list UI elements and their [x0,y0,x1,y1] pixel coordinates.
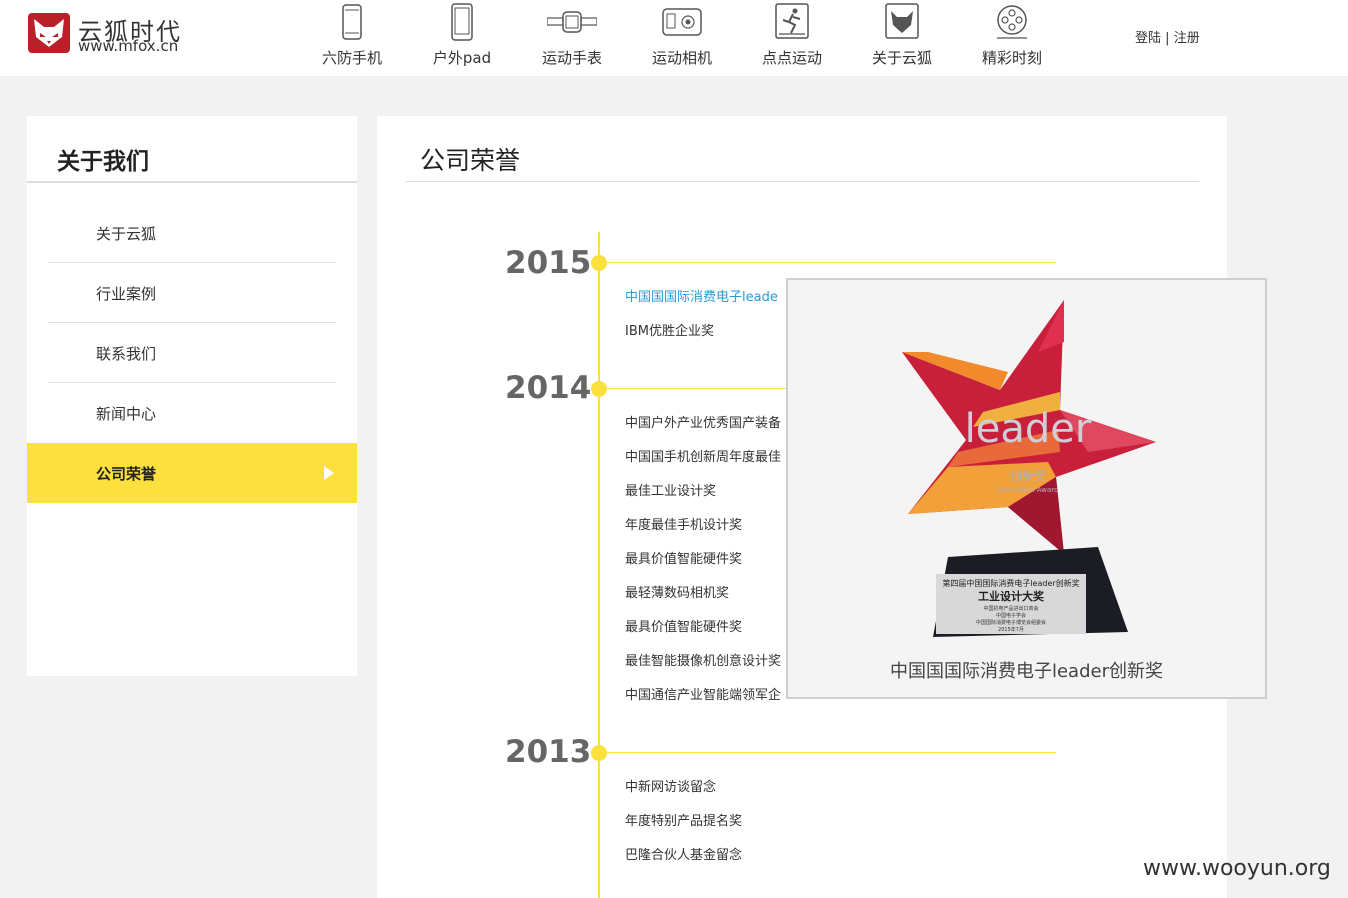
plaque-line: 工业设计大奖 [978,589,1045,603]
fox-icon [885,3,919,39]
divider [27,181,357,183]
timeline-dot [591,745,607,761]
nav-item-pad[interactable]: 户外pad [412,0,512,76]
award-item-clip: 中国国国际消费电子leade [625,286,787,306]
plaque-line: 中国机电产品进出口商会 [983,605,1038,612]
sidebar-item-label: 关于云狐 [96,225,157,243]
award-item[interactable]: 中国户外产业优秀国产装备 [625,412,781,431]
award-item[interactable]: 中国国手机创新周年度最佳 [625,446,781,465]
tablet-icon [451,3,473,41]
year-label: 2015 [505,245,592,281]
arrow-right-icon [324,466,334,480]
trophy-image: 第四届中国国际消费电子leader创新奖 工业设计大奖 中国机电产品进出口商会 … [902,300,1156,637]
nav-item-watch[interactable]: 运动手表 [522,0,622,76]
award-item[interactable]: 最轻薄数码相机奖 [625,582,729,601]
nav-item-about[interactable]: 关于云狐 [852,0,952,76]
register-link[interactable]: 注册 [1174,31,1200,46]
top-header: 云狐时代 www.mfox.cn 六防手机 户外pad 运动手表 运动相机 点点… [0,0,1348,76]
award-item[interactable]: 年度最佳手机设计奖 [625,514,742,533]
auth-links: 登陆 | 注册 [1135,27,1200,46]
sidebar-item-label: 联系我们 [96,345,157,363]
timeline-axis [598,232,600,898]
timeline-dot [591,255,607,271]
nav-item-phone[interactable]: 六防手机 [302,0,402,76]
award-item[interactable]: 最佳工业设计奖 [625,480,716,499]
award-item[interactable]: 年度特别产品提名奖 [625,810,742,829]
plaque-line: 中国国际消费电子博览会组委会 [976,619,1046,626]
sidebar-item-label: 新闻中心 [96,405,157,423]
nav-item-running[interactable]: 点点运动 [742,0,842,76]
nav-label: 关于云狐 [871,49,932,67]
sidebar-item-news[interactable]: 新闻中心 [27,383,357,443]
sidebar-title: 关于我们 [57,149,149,175]
fox-logo-icon[interactable] [28,13,70,53]
award-item[interactable]: 中国通信产业智能端领军企 [625,684,781,703]
nav-label: 精彩时刻 [981,49,1042,67]
running-icon [775,3,809,39]
award-item[interactable]: 巴隆合伙人基金留念 [625,844,742,863]
login-link[interactable]: 登陆 [1135,31,1161,46]
nav-label: 运动相机 [651,49,712,67]
watermark: www.wooyun.org [1143,856,1331,881]
timeline-line [607,262,1056,263]
page-title: 公司荣誉 [420,146,521,175]
sidebar-item-cases[interactable]: 行业案例 [27,263,357,323]
sidebar: 关于我们 关于云狐 行业案例 联系我们 新闻中心 公司荣誉 [27,116,357,676]
award-item[interactable]: 中国国国际消费电子leade [625,290,778,305]
trophy-sub-en: Innovation Award [997,486,1058,494]
award-item[interactable]: IBM优胜企业奖 [625,320,714,339]
nav-label: 运动手表 [541,49,602,67]
plaque-line: 中国电子学会 [996,612,1026,619]
timeline-line [607,752,1056,753]
sidebar-item-honors[interactable]: 公司荣誉 [27,443,357,503]
timeline-dot [591,381,607,397]
award-item[interactable]: 最具价值智能硬件奖 [625,548,742,567]
award-preview-popup: 第四届中国国际消费电子leader创新奖 工业设计大奖 中国机电产品进出口商会 … [786,278,1267,699]
nav-label: 户外pad [432,49,492,67]
trophy-logo-text: leader [965,406,1092,452]
trophy-sub-cn: 创新奖 [1010,468,1046,483]
sidebar-item-label: 公司荣誉 [96,465,157,483]
year-label: 2013 [505,734,592,770]
film-reel-icon [997,5,1027,39]
sidebar-item-label: 行业案例 [96,285,157,303]
plaque-line: 2015年7月 [998,626,1024,633]
award-item[interactable]: 最佳智能摄像机创意设计奖 [625,650,781,669]
award-item[interactable]: 最具价值智能硬件奖 [625,616,742,635]
year-label: 2014 [505,370,592,406]
plaque-line: 第四届中国国际消费电子leader创新奖 [942,578,1079,588]
camera-icon [662,8,702,36]
award-item[interactable]: 中新网访谈留念 [625,776,716,795]
divider [406,181,1199,182]
nav-label: 点点运动 [761,49,822,67]
sidebar-item-contact[interactable]: 联系我们 [27,323,357,383]
watch-icon [547,11,597,33]
auth-divider: | [1165,31,1170,46]
popup-caption: 中国国国际消费电子leader创新奖 [889,661,1163,682]
sidebar-item-about[interactable]: 关于云狐 [27,203,357,263]
nav-item-moments[interactable]: 精彩时刻 [962,0,1062,76]
nav-item-camera[interactable]: 运动相机 [632,0,732,76]
brand-url[interactable]: www.mfox.cn [78,37,178,55]
nav-label: 六防手机 [321,49,382,67]
phone-icon [342,4,362,40]
